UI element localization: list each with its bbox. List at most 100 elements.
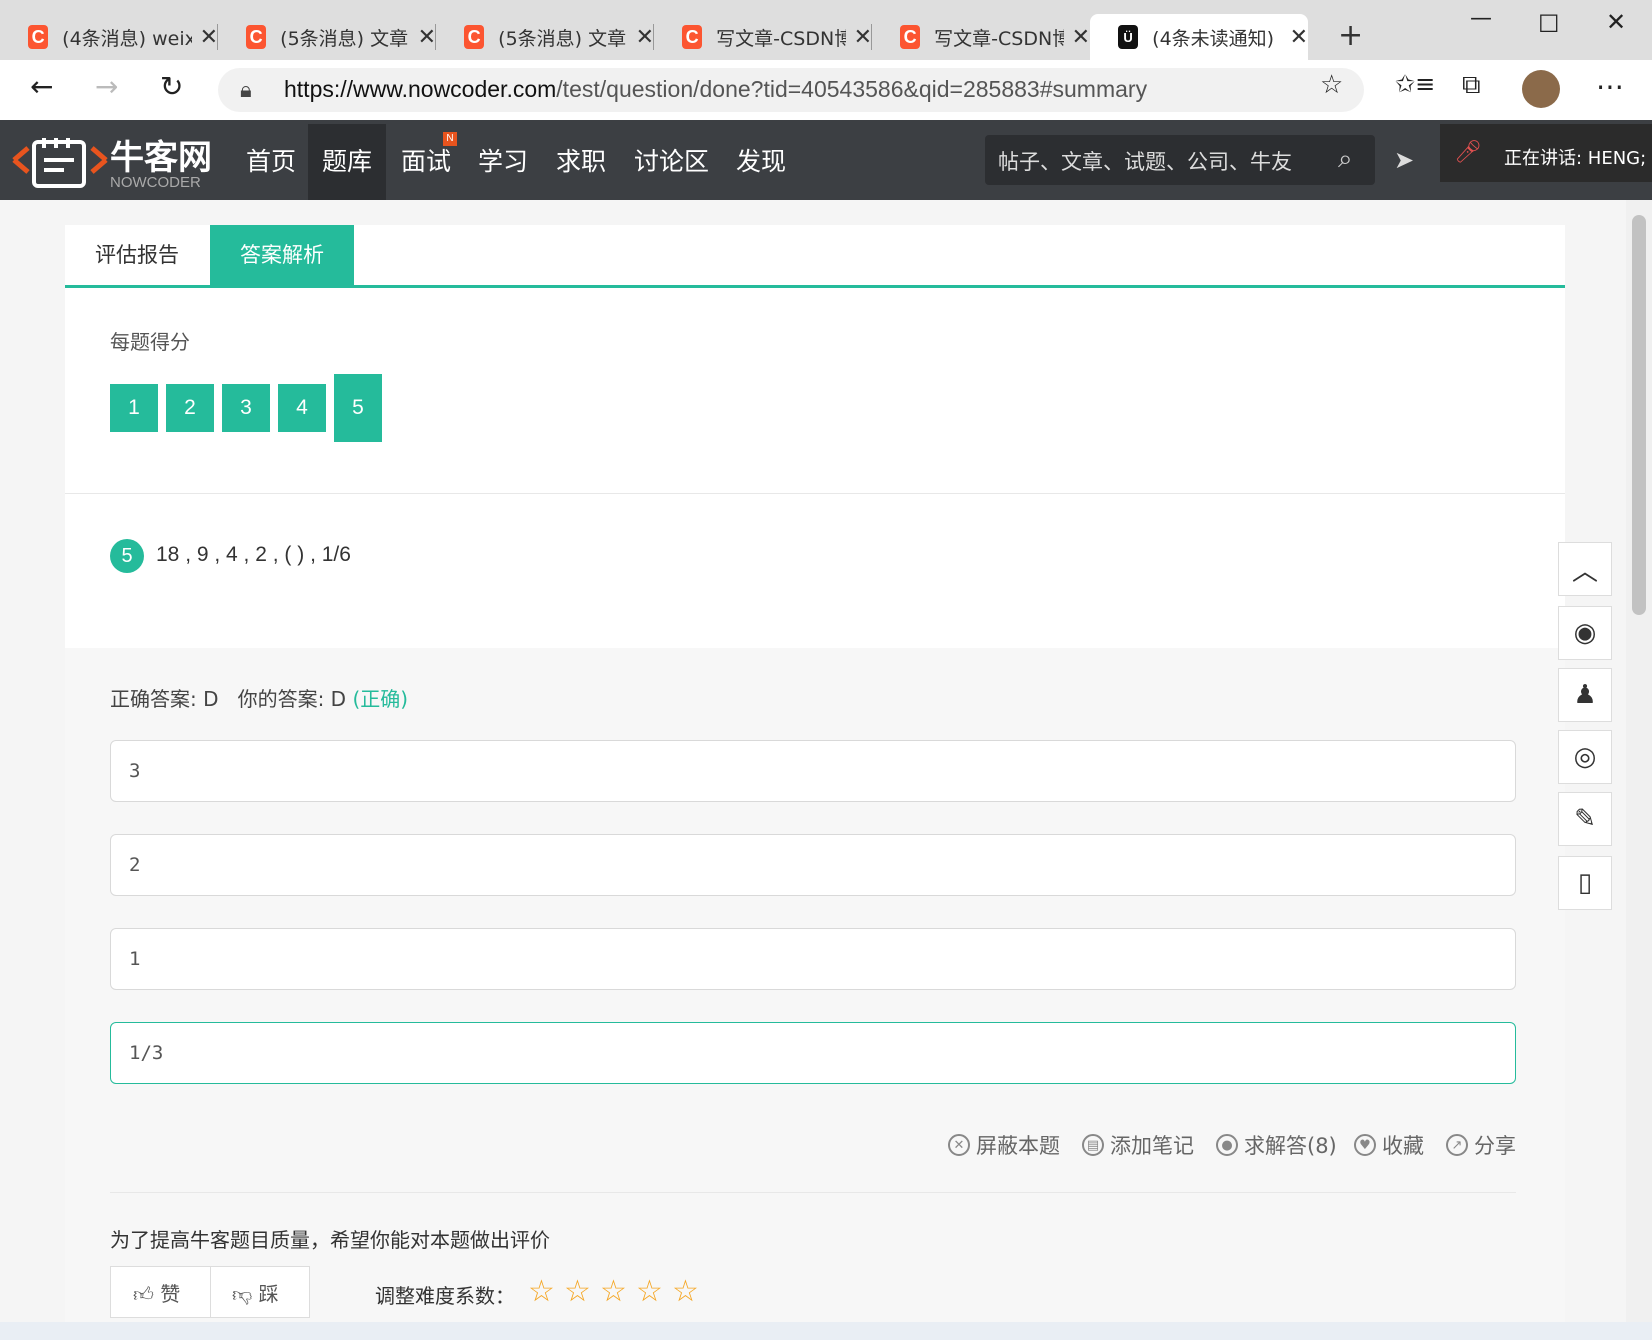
url-host: https://www.nowcoder.com bbox=[284, 76, 557, 102]
menu-new-badge: N bbox=[443, 132, 457, 146]
mic-muted-icon[interactable]: 🎤︎ bbox=[1454, 140, 1482, 165]
add-note-button[interactable]: ▤ 添加笔记 bbox=[1082, 1130, 1194, 1160]
share-wechat-button[interactable]: ◎ bbox=[1558, 730, 1612, 784]
site-favicon-icon: C bbox=[464, 25, 485, 49]
menu-item[interactable]: 题库 bbox=[308, 124, 387, 200]
question-score-button[interactable]: 1 bbox=[110, 384, 158, 432]
dislike-button[interactable]: 👎︎ 踩 bbox=[232, 1278, 279, 1307]
menu-item[interactable]: 讨论区 bbox=[620, 124, 723, 200]
forward-icon[interactable]: → bbox=[95, 70, 118, 103]
new-tab-button[interactable]: + bbox=[1338, 18, 1363, 53]
weibo-icon: ◉ bbox=[1573, 618, 1597, 648]
heart-icon: ♥ bbox=[1354, 1134, 1376, 1156]
question-number-badge: 5 bbox=[110, 539, 144, 573]
star-icon[interactable]: ☆ bbox=[672, 1274, 699, 1309]
menu-item[interactable]: 求职 bbox=[542, 124, 620, 200]
close-tab-icon[interactable]: ✕ bbox=[636, 25, 654, 50]
browser-tab[interactable]: C (5条消息) 文章 ✕ bbox=[218, 14, 436, 60]
site-favicon-icon: C bbox=[246, 25, 267, 49]
close-tab-icon[interactable]: ✕ bbox=[1072, 25, 1090, 50]
star-icon[interactable]: ☆ bbox=[564, 1274, 591, 1309]
tab-title: (4条未读通知) bbox=[1152, 27, 1275, 50]
share-icon: ↗ bbox=[1446, 1134, 1468, 1156]
refresh-icon[interactable]: ↻ bbox=[160, 70, 183, 103]
question-text: 18 , 9 , 4 , 2 , ( ) , 1/6 bbox=[156, 543, 351, 566]
menu-item[interactable]: 发现 bbox=[722, 124, 800, 200]
dislike-label: 踩 bbox=[258, 1282, 279, 1306]
star-icon[interactable]: ☆ bbox=[600, 1274, 627, 1309]
star-icon[interactable]: ☆ bbox=[528, 1274, 555, 1309]
note-label: 添加笔记 bbox=[1110, 1134, 1194, 1158]
edit-button[interactable]: ✎ bbox=[1558, 792, 1612, 846]
back-to-top-button[interactable]: ︿ bbox=[1558, 542, 1612, 596]
difficulty-label: 调整难度系数： bbox=[375, 1284, 515, 1308]
tab-title: (4条消息) weixi bbox=[62, 27, 192, 50]
answer-option: 3 bbox=[110, 740, 1516, 802]
vote-divider bbox=[210, 1266, 211, 1318]
browser-tab[interactable]: C (5条消息) 文章 ✕ bbox=[436, 14, 654, 60]
favorite-star-icon[interactable]: ☆ bbox=[1320, 70, 1343, 100]
tabs-underline bbox=[65, 285, 1565, 288]
question-score-button[interactable]: 3 bbox=[222, 384, 270, 432]
menu-item[interactable]: 学习 bbox=[464, 124, 542, 200]
collections-icon[interactable]: ⧉ bbox=[1462, 70, 1481, 101]
chevron-up-icon: ︿ bbox=[1571, 556, 1598, 587]
share-weibo-button[interactable]: ◉ bbox=[1558, 606, 1612, 660]
minimize-button[interactable]: — bbox=[1470, 6, 1492, 31]
browser-tab[interactable]: C 写文章-CSDN博 ✕ bbox=[872, 14, 1090, 60]
share-label: 分享 bbox=[1474, 1134, 1516, 1158]
answer-option: 1/3 bbox=[110, 1022, 1516, 1084]
browser-tab[interactable]: Ü (4条未读通知) ✕ bbox=[1090, 14, 1308, 60]
url-text[interactable]: https://www.nowcoder.com/test/question/d… bbox=[284, 76, 1147, 103]
tab-answer-analysis[interactable]: 答案解析 bbox=[210, 225, 354, 285]
search-icon[interactable]: ⌕ bbox=[1338, 144, 1353, 175]
wechat-icon: ◎ bbox=[1573, 742, 1597, 772]
maximize-button[interactable]: ☐ bbox=[1538, 10, 1560, 38]
close-tab-icon[interactable]: ✕ bbox=[854, 25, 872, 50]
profile-avatar[interactable] bbox=[1522, 70, 1560, 108]
more-menu-icon[interactable]: ⋯ bbox=[1596, 70, 1624, 103]
menu-item[interactable]: 首页 bbox=[232, 124, 310, 200]
result-status: (正确) bbox=[352, 687, 409, 711]
tab-report[interactable]: 评估报告 bbox=[65, 225, 209, 285]
block-question-button[interactable]: ✕ 屏蔽本题 bbox=[948, 1130, 1060, 1160]
answer-summary: 正确答案: D 你的答案: D (正确) bbox=[110, 683, 408, 712]
scrollbar-thumb[interactable] bbox=[1632, 215, 1646, 615]
favorite-button[interactable]: ♥ 收藏 bbox=[1354, 1130, 1424, 1160]
favorites-list-icon[interactable]: ✩≡ bbox=[1395, 70, 1435, 98]
send-icon[interactable]: ➤ bbox=[1394, 146, 1414, 174]
answer-option: 1 bbox=[110, 928, 1516, 990]
share-button[interactable]: ↗ 分享 bbox=[1446, 1130, 1516, 1160]
question-score-button[interactable]: 4 bbox=[278, 384, 326, 432]
mobile-button[interactable]: ▯ bbox=[1558, 856, 1612, 910]
rating-prompt: 为了提高牛客题目质量，希望你能对本题做出评价 bbox=[110, 1228, 550, 1252]
close-tab-icon[interactable]: ✕ bbox=[418, 25, 436, 50]
question-score-button[interactable]: 2 bbox=[166, 384, 214, 432]
like-label: 赞 bbox=[160, 1282, 181, 1306]
your-answer: 你的答案: D bbox=[237, 687, 347, 711]
correct-answer: 正确答案: D bbox=[110, 687, 219, 711]
url-path: /test/question/done?tid=40543586&qid=285… bbox=[556, 76, 1148, 102]
like-button[interactable]: 👍︎ 赞 bbox=[133, 1278, 180, 1307]
divider bbox=[110, 1192, 1516, 1193]
divider bbox=[65, 493, 1565, 494]
lock-icon[interactable]: 🔒︎ bbox=[240, 78, 252, 103]
browser-tab[interactable]: C (4条消息) weixi ✕ bbox=[0, 14, 218, 60]
browser-tab[interactable]: C 写文章-CSDN博 ✕ bbox=[654, 14, 872, 60]
close-tab-icon[interactable]: ✕ bbox=[1290, 25, 1308, 50]
back-icon[interactable]: ← bbox=[30, 70, 53, 103]
question-score-button[interactable]: 5 bbox=[334, 374, 382, 442]
star-icon[interactable]: ☆ bbox=[636, 1274, 663, 1309]
search-placeholder: 帖子、文章、试题、公司、牛友 bbox=[998, 150, 1292, 174]
qq-icon: ♟ bbox=[1573, 680, 1597, 710]
answer-option: 2 bbox=[110, 834, 1516, 896]
logo-subtitle: NOWCODER bbox=[110, 174, 201, 191]
score-label: 每题得分 bbox=[110, 330, 190, 354]
site-favicon-icon: C bbox=[28, 25, 49, 49]
talking-status: 正在讲话: HENG; bbox=[1504, 148, 1647, 169]
share-qq-button[interactable]: ♟ bbox=[1558, 668, 1612, 722]
close-tab-icon[interactable]: ✕ bbox=[200, 25, 218, 50]
site-favicon-icon: C bbox=[900, 25, 921, 49]
close-window-button[interactable]: ✕ bbox=[1606, 8, 1626, 36]
ask-answer-button[interactable]: ● 求解答(8) bbox=[1216, 1130, 1337, 1160]
